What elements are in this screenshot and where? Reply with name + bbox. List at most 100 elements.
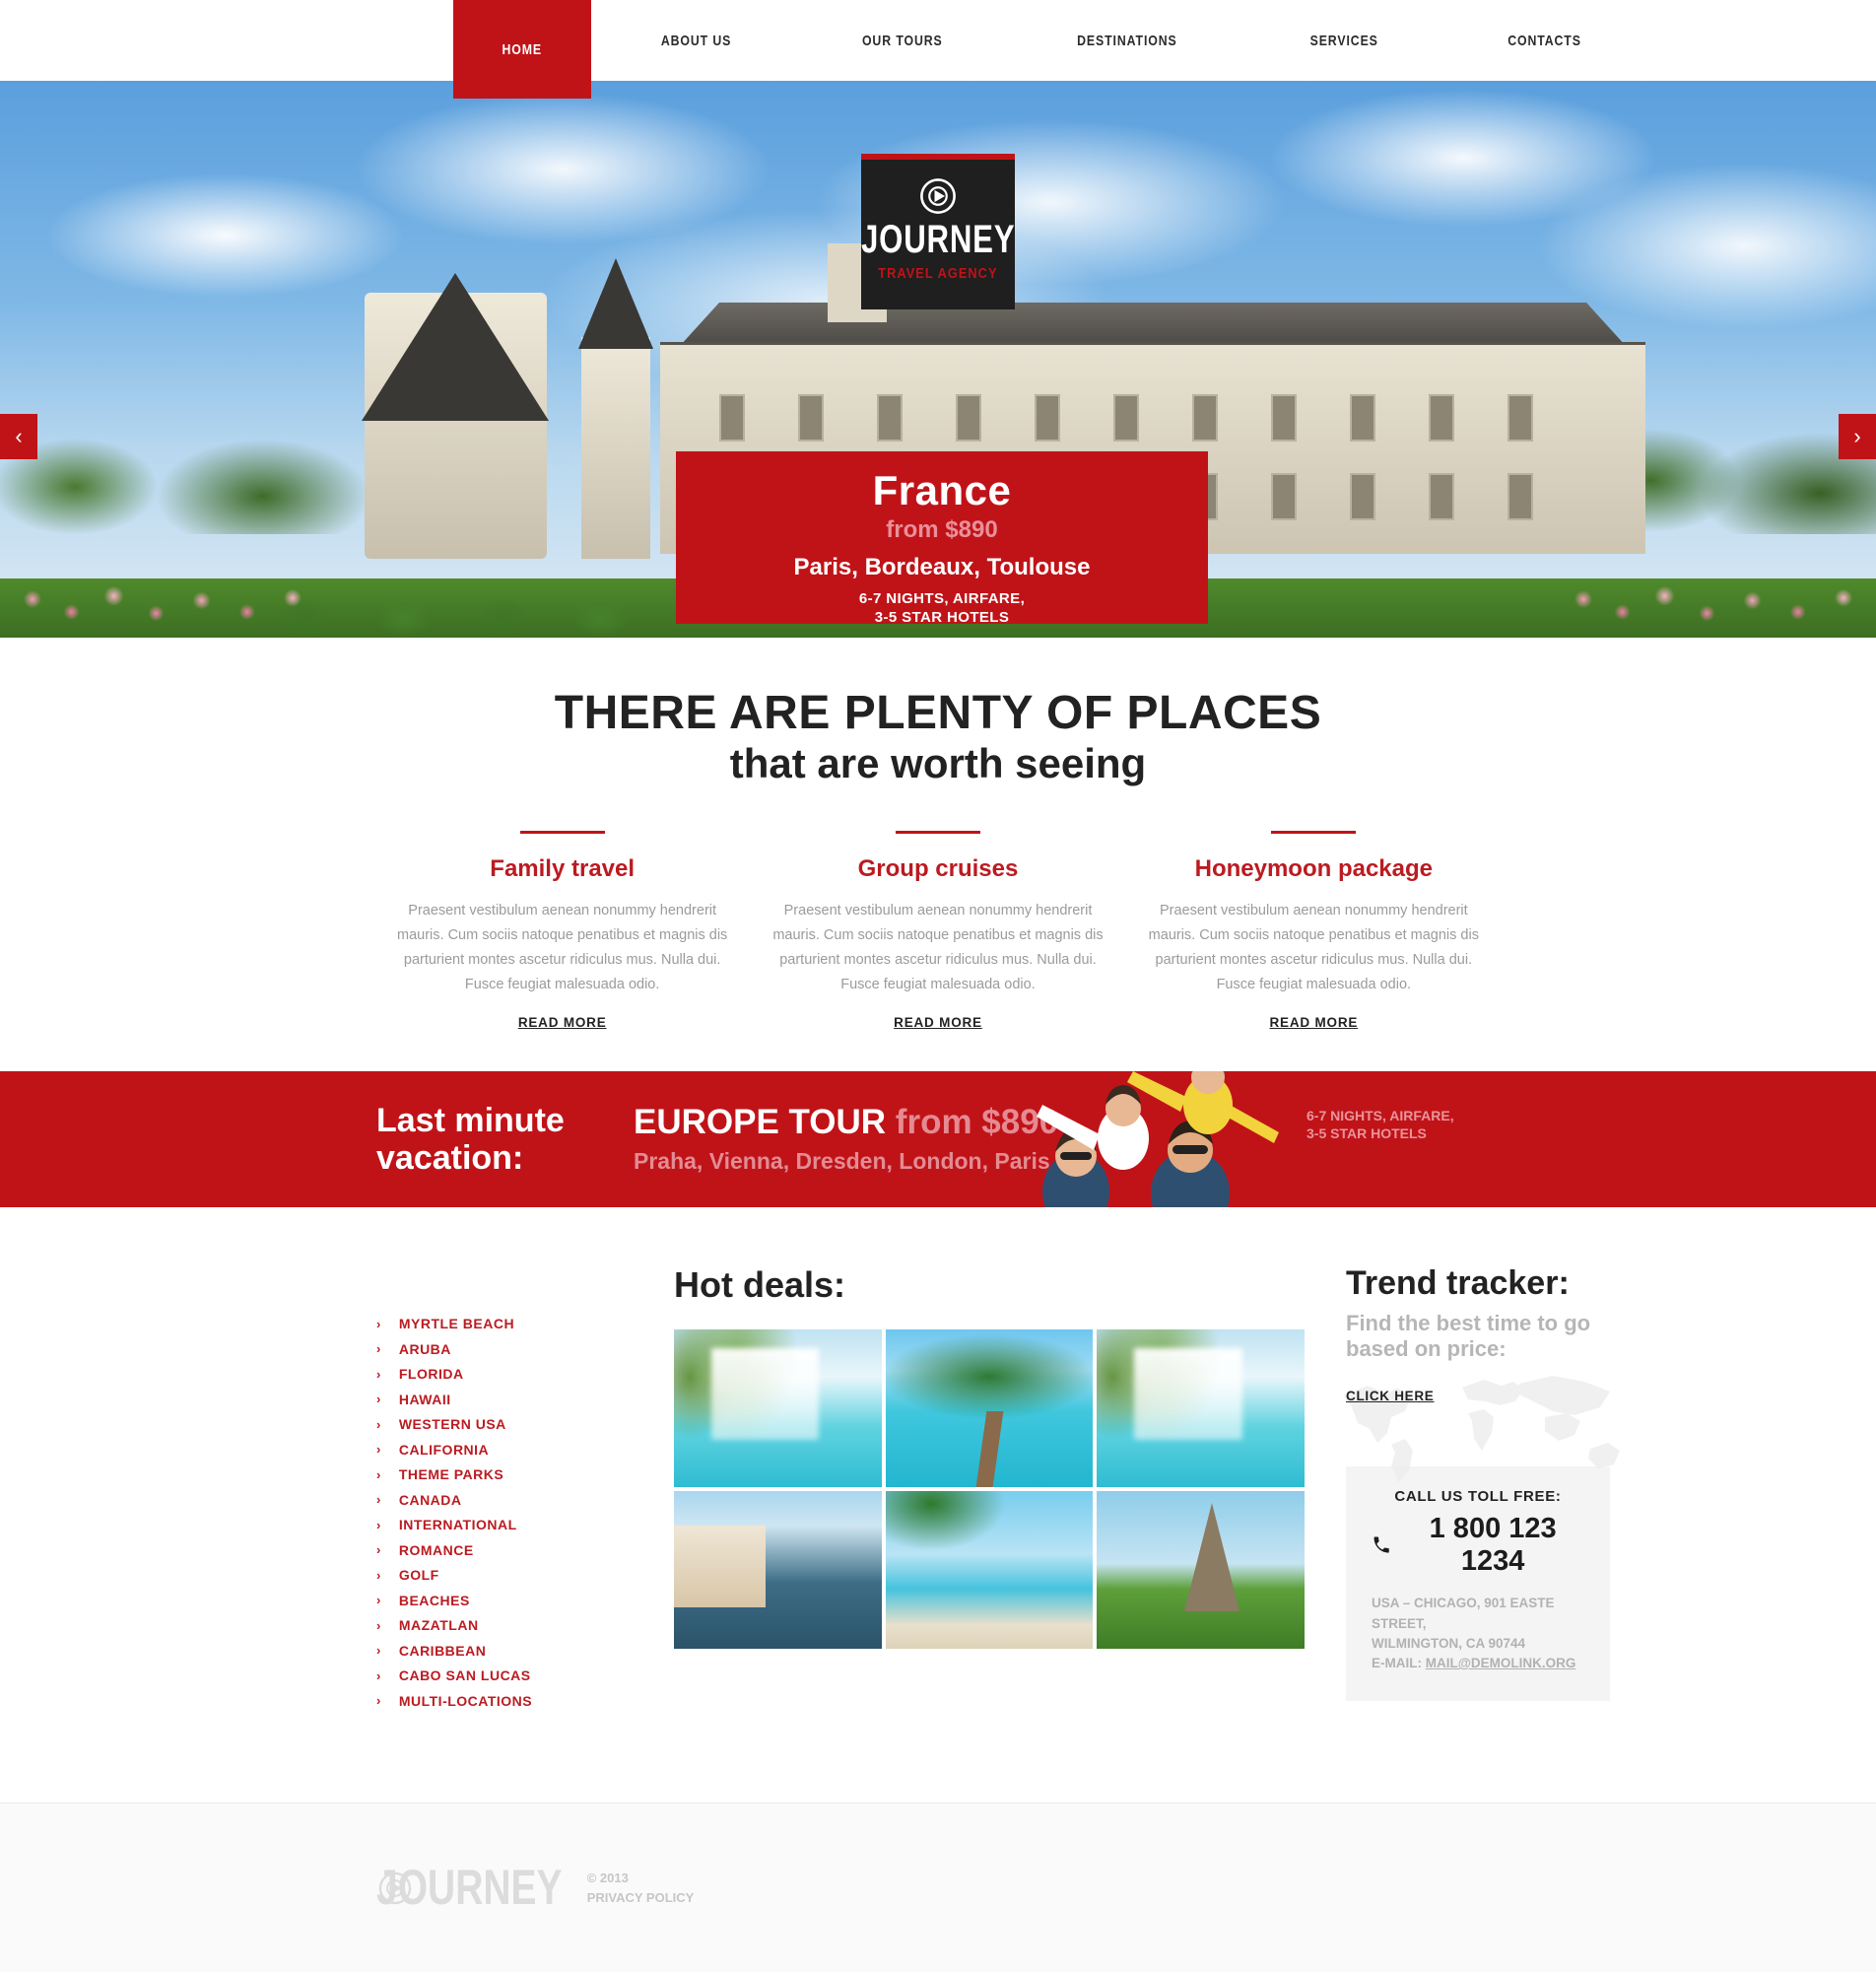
deal-tile-waterfall-lagoon-2[interactable] [1097, 1328, 1305, 1487]
main-navigation: HOME ABOUT US OUR TOURS DESTINATIONS SER… [0, 0, 1876, 99]
chevron-right-icon: › [376, 1693, 381, 1709]
column-divider [1271, 830, 1357, 834]
hot-deals-title: Hot deals: [674, 1263, 846, 1305]
chevron-right-icon: › [376, 1341, 381, 1357]
sidebar-item-label: FLORIDA [398, 1366, 464, 1383]
sidebar-item-mazatlan[interactable]: › MAZATLAN [376, 1613, 573, 1639]
sidebar-item-label: MYRTLE BEACH [398, 1316, 515, 1332]
sidebar-item-cabo-san-lucas[interactable]: › CABO SAN LUCAS [376, 1664, 573, 1689]
deal-tile-tropical-pier[interactable] [885, 1328, 1094, 1487]
hero-slider: ‹ › JOURNEY TRAVEL AGENCY France from $8… [0, 81, 1876, 638]
hero-caption: France from $890 Paris, Bordeaux, Toulou… [676, 451, 1208, 627]
sidebar-item-western-usa[interactable]: › WESTERN USA [376, 1412, 573, 1438]
deal-tile-palm-beach[interactable] [885, 1490, 1094, 1649]
chevron-right-icon: › [376, 1392, 381, 1407]
nav-links: ABOUT US OUR TOURS DESTINATIONS SERVICES… [596, 0, 1646, 81]
main-content: › MYRTLE BEACH › ARUBA › FLORIDA › HAWAII › W… [0, 1207, 1876, 1802]
nav-item-about-us[interactable]: ABOUT US [614, 33, 778, 49]
sidebar-item-label: THEME PARKS [398, 1466, 504, 1483]
chevron-right-icon: › [376, 1593, 381, 1608]
deal-tile-eiffel-tower[interactable] [1097, 1490, 1305, 1649]
deal-tile-waterfall-lagoon[interactable] [674, 1328, 882, 1487]
trend-tracker-subtitle: Find the best time to go based on price: [1346, 1310, 1591, 1362]
slider-prev-button[interactable]: ‹ [0, 414, 37, 459]
feature-body: Praesent vestibulum aenean nonummy hendr… [397, 902, 728, 992]
feature-column-honeymoon-package: Honeymoon package Praesent vestibulum ae… [1126, 830, 1502, 1032]
chevron-right-icon: › [376, 1567, 381, 1583]
deal-tile-venice-canal[interactable] [674, 1490, 882, 1649]
nav-item-our-tours[interactable]: OUR TOURS [816, 33, 990, 49]
hot-deals-gallery [674, 1328, 1305, 1649]
chevron-right-icon: › [1853, 424, 1861, 448]
sidebar-item-label: ROMANCE [398, 1541, 474, 1558]
destinations-sidebar: › MYRTLE BEACH › ARUBA › FLORIDA › HAWAII › W… [376, 1264, 573, 1714]
hero-country-title: France [872, 467, 1012, 513]
sidebar-item-myrtle-beach[interactable]: › MYRTLE BEACH [376, 1312, 573, 1337]
slider-next-button[interactable]: › [1839, 414, 1876, 459]
sidebar-item-multi-locations[interactable]: › MULTI-LOCATIONS [376, 1688, 573, 1714]
trend-tracker-link[interactable]: CLICK HERE [1346, 1389, 1435, 1403]
sidebar-item-caribbean[interactable]: › CARIBBEAN [376, 1638, 573, 1664]
feature-body: Praesent vestibulum aenean nonummy hendr… [772, 902, 1104, 992]
page-root: HOME ABOUT US OUR TOURS DESTINATIONS SER… [0, 0, 1876, 1972]
chevron-right-icon: › [376, 1492, 381, 1508]
last-minute-promo-banner: Last minute vacation: EUROPE TOUR from $… [0, 1070, 1876, 1207]
chevron-right-icon: › [376, 1316, 381, 1331]
intro-heading: THERE ARE PLENTY OF PLACES [554, 687, 1322, 739]
read-more-link[interactable]: READ MORE [1269, 1015, 1358, 1030]
sidebar-item-florida[interactable]: › FLORIDA [376, 1362, 573, 1388]
nav-item-destinations[interactable]: DESTINATIONS [1030, 33, 1224, 49]
privacy-policy-link[interactable]: PRIVACY POLICY [587, 1890, 695, 1905]
hero-cities: Paris, Bordeaux, Toulouse [793, 554, 1091, 580]
sidebar-item-golf[interactable]: › GOLF [376, 1563, 573, 1589]
hero-meta-line1: 6-7 NIGHTS, AIRFARE, [858, 590, 1026, 607]
contact-address: USA – CHICAGO, 901 EASTE STREET, WILMING… [1372, 1594, 1584, 1673]
chevron-right-icon: › [376, 1442, 381, 1458]
hot-deals-section: Hot deals: [674, 1264, 1305, 1714]
promo-meta: 6-7 NIGHTS, AIRFARE, 3-5 STAR HOTELS [1306, 1107, 1454, 1143]
nav-item-services[interactable]: SERVICES [1263, 33, 1425, 49]
rose-garden-right [1551, 574, 1876, 638]
sidebar-item-california[interactable]: › CALIFORNIA [376, 1437, 573, 1462]
sidebar-item-label: HAWAII [398, 1391, 451, 1407]
intro-section: THERE ARE PLENTY OF PLACES that are wort… [0, 638, 1876, 1032]
promo-label-line1: Last minute [376, 1101, 565, 1139]
chevron-right-icon: › [376, 1466, 381, 1482]
sidebar-item-hawaii[interactable]: › HAWAII [376, 1387, 573, 1412]
read-more-link[interactable]: READ MORE [518, 1015, 607, 1030]
sidebar-item-label: CARIBBEAN [398, 1642, 487, 1659]
chevron-right-icon: › [376, 1416, 381, 1432]
sidebar-item-label: CANADA [398, 1491, 462, 1508]
sidebar-item-beaches[interactable]: › BEACHES [376, 1588, 573, 1613]
nav-item-contacts[interactable]: CONTACTS [1461, 33, 1629, 49]
sidebar-item-canada[interactable]: › CANADA [376, 1487, 573, 1513]
sidebar-item-aruba[interactable]: › ARUBA [376, 1336, 573, 1362]
column-divider [519, 830, 605, 834]
promo-meta-line1: 6-7 NIGHTS, AIRFARE, [1306, 1107, 1454, 1123]
hero-meta-line2: 3-5 STAR HOTELS [874, 609, 1010, 627]
contact-email-link[interactable]: MAIL@DEMOLINK.ORG [1426, 1656, 1576, 1670]
read-more-link[interactable]: READ MORE [894, 1015, 982, 1030]
site-logo[interactable]: JOURNEY TRAVEL AGENCY [861, 154, 1015, 309]
feature-body: Praesent vestibulum aenean nonummy hendr… [1148, 902, 1479, 992]
contact-box: CALL US TOLL FREE: 1 800 123 1234 USA – … [1346, 1466, 1610, 1702]
sidebar-item-label: MULTI-LOCATIONS [398, 1692, 533, 1709]
sidebar-item-international[interactable]: › INTERNATIONAL [376, 1513, 573, 1538]
chevron-left-icon: ‹ [15, 424, 23, 448]
feature-column-family-travel: Family travel Praesent vestibulum aenean… [374, 830, 750, 1032]
rose-garden-left [0, 574, 325, 638]
logo-tagline: TRAVEL AGENCY [878, 266, 998, 282]
contact-phone-number: 1 800 123 1234 [1429, 1513, 1557, 1578]
feature-columns: Family travel Praesent vestibulum aenean… [0, 830, 1876, 1032]
sidebar-item-label: INTERNATIONAL [398, 1517, 517, 1533]
promo-label: Last minute vacation: [376, 1102, 588, 1177]
column-divider [895, 830, 980, 834]
nav-item-home[interactable]: HOME [453, 0, 591, 99]
footer-logo[interactable]: JOURNEY © 2013 PRIVACY POLICY [376, 1863, 695, 1912]
feature-title: Honeymoon package [1194, 854, 1434, 882]
feature-title: Family travel [490, 854, 636, 882]
contact-phone-row: 1 800 123 1234 [1372, 1513, 1584, 1578]
sidebar-item-romance[interactable]: › ROMANCE [376, 1537, 573, 1563]
sidebar-item-theme-parks[interactable]: › THEME PARKS [376, 1462, 573, 1488]
chevron-right-icon: › [376, 1517, 381, 1532]
